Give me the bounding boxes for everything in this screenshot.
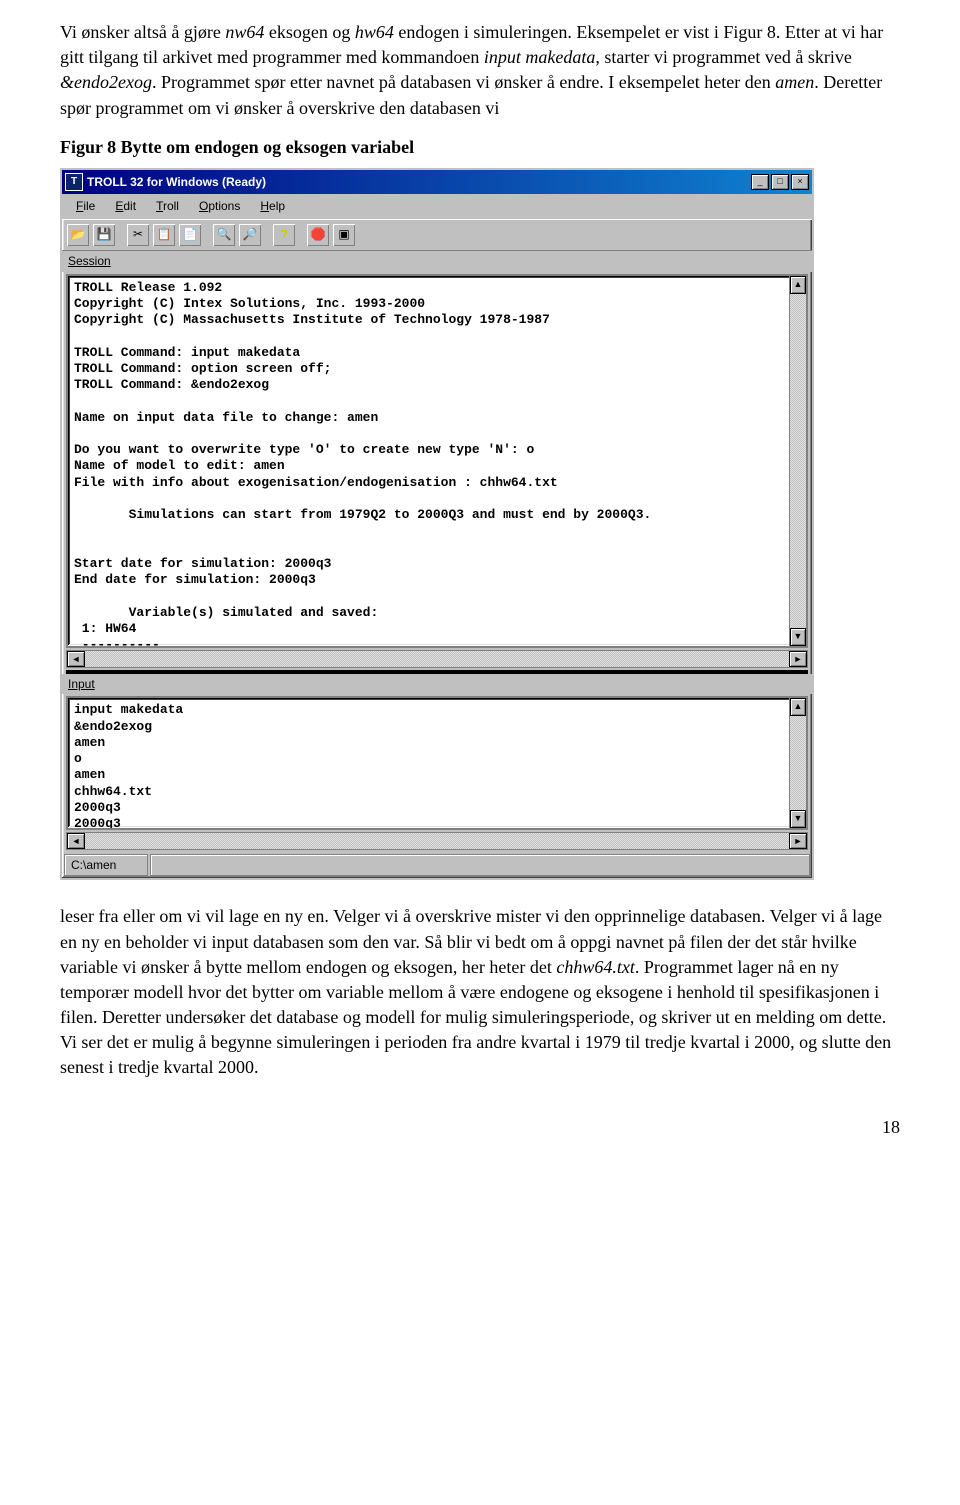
input-pane: input makedata &endo2exog amen o amen ch… [66,696,808,830]
session-console[interactable]: TROLL Release 1.092 Copyright (C) Intex … [68,276,789,646]
scroll-right-icon[interactable]: ► [789,833,807,849]
scroll-left-icon[interactable]: ◄ [67,651,85,667]
troll-window: T TROLL 32 for Windows (Ready) _ □ × Fil… [60,168,814,880]
cut-icon[interactable]: ✂ [126,223,150,247]
session-pane: TROLL Release 1.092 Copyright (C) Intex … [66,274,808,648]
title-bar[interactable]: T TROLL 32 for Windows (Ready) _ □ × [62,170,812,194]
search-icon[interactable]: 🔍 [212,223,236,247]
save-icon[interactable]: 💾 [92,223,116,247]
menu-bar: File Edit Troll Options Help [62,194,812,219]
stop-icon[interactable]: 🛑 [306,223,330,247]
status-bar: C:\amen [62,852,812,878]
page-number: 18 [0,1115,960,1140]
menu-help[interactable]: Help [250,196,295,217]
menu-troll[interactable]: Troll [146,196,189,217]
paragraph-2: leser fra eller om vi vil lage en ny en.… [60,904,900,1080]
menu-options[interactable]: Options [189,196,250,217]
search-next-icon[interactable]: 🔎 [238,223,262,247]
scroll-down-icon[interactable]: ▼ [790,810,806,828]
toolbar: 📂 💾 ✂ 📋 📄 🔍 🔎 ? 🛑 ▣ [62,219,812,251]
copy-icon[interactable]: 📋 [152,223,176,247]
app-tool-icon[interactable]: ▣ [332,223,356,247]
menu-edit[interactable]: Edit [105,196,146,217]
session-vscrollbar[interactable]: ▲ ▼ [789,276,806,646]
input-console[interactable]: input makedata &endo2exog amen o amen ch… [68,698,789,828]
status-path: C:\amen [64,854,148,876]
figure-8-heading: Figur 8 Bytte om endogen og eksogen vari… [60,135,900,160]
scroll-down-icon[interactable]: ▼ [790,628,806,646]
menu-file[interactable]: File [66,196,105,217]
window-title: TROLL 32 for Windows (Ready) [87,174,749,191]
help-icon[interactable]: ? [272,223,296,247]
scroll-right-icon[interactable]: ► [789,651,807,667]
session-pane-label: Session [62,251,812,272]
scroll-up-icon[interactable]: ▲ [790,698,806,716]
app-icon: T [65,173,83,191]
status-empty [150,854,810,876]
input-pane-label: Input [62,674,812,695]
close-button[interactable]: × [791,174,809,190]
session-hscrollbar[interactable]: ◄ ► [66,650,808,668]
paragraph-1: Vi ønsker altså å gjøre nw64 eksogen og … [60,20,900,121]
scroll-up-icon[interactable]: ▲ [790,276,806,294]
input-hscrollbar[interactable]: ◄ ► [66,832,808,850]
maximize-button[interactable]: □ [771,174,789,190]
minimize-button[interactable]: _ [751,174,769,190]
open-icon[interactable]: 📂 [66,223,90,247]
scroll-left-icon[interactable]: ◄ [67,833,85,849]
input-vscrollbar[interactable]: ▲ ▼ [789,698,806,828]
paste-icon[interactable]: 📄 [178,223,202,247]
